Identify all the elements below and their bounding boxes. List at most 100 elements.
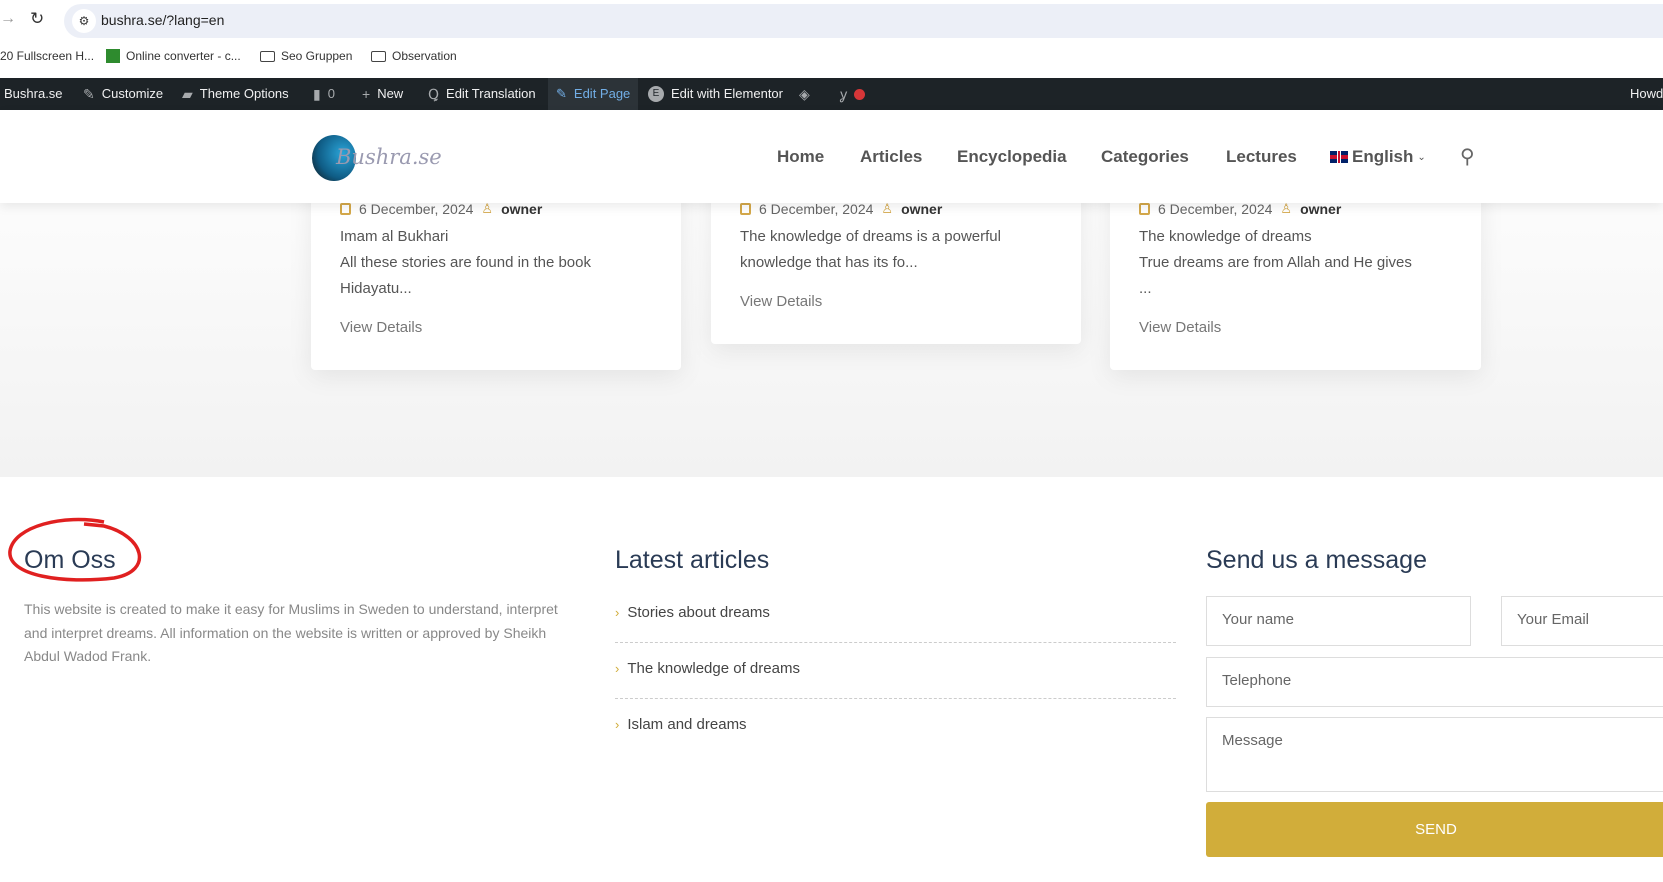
nav-home[interactable]: Home bbox=[777, 147, 824, 167]
label: Customize bbox=[101, 86, 164, 101]
wp-admin-bar: Bushra.se ✎ Customize ▰ Theme Options ▮ 0 +… bbox=[0, 78, 1663, 110]
view-details-link[interactable]: View Details bbox=[740, 293, 822, 310]
reload-icon[interactable]: ↻ bbox=[30, 9, 44, 29]
translate-icon: Ꝗ bbox=[428, 86, 440, 102]
card-author[interactable]: owner bbox=[501, 201, 542, 217]
yoast-icon: ỿ bbox=[840, 86, 848, 102]
language-switcher[interactable]: English ⌄ bbox=[1330, 147, 1426, 167]
address-bar[interactable]: ⚙ bushra.se/?lang=en bbox=[64, 4, 1663, 38]
admin-site[interactable]: Bushra.se bbox=[4, 78, 63, 110]
admin-edit-translation[interactable]: Ꝗ Edit Translation bbox=[428, 78, 536, 110]
label: Edit Translation bbox=[446, 86, 536, 101]
bookmark-fullscreen[interactable]: 20 Fullscreen H... bbox=[0, 49, 94, 63]
admin-yoast[interactable]: ỿ bbox=[840, 78, 866, 110]
view-details-link[interactable]: View Details bbox=[1139, 319, 1221, 336]
pencil-icon: ✎ bbox=[556, 86, 567, 101]
chevron-down-icon: ⌄ bbox=[1417, 151, 1426, 163]
uk-flag-icon bbox=[1330, 151, 1348, 163]
plus-icon: + bbox=[362, 86, 371, 102]
admin-elementor[interactable]: E Edit with Elementor bbox=[648, 78, 783, 110]
nav-encyclopedia[interactable]: Encyclopedia bbox=[957, 147, 1067, 167]
brush-icon: ✎ bbox=[83, 86, 95, 102]
bookmark-online-converter[interactable]: Online converter - c... bbox=[106, 49, 241, 63]
search-icon[interactable]: ⚲ bbox=[1460, 144, 1475, 169]
latest-article-label: Islam and dreams bbox=[627, 716, 747, 733]
name-input[interactable]: Your name bbox=[1206, 596, 1471, 646]
email-input[interactable]: Your Email bbox=[1501, 596, 1663, 646]
forward-icon[interactable]: → bbox=[0, 10, 16, 28]
card-excerpt: ... bbox=[1139, 280, 1152, 297]
latest-article-item[interactable]: › The knowledge of dreams bbox=[615, 660, 1176, 677]
label: 0 bbox=[327, 86, 335, 101]
user-icon: ♙ bbox=[481, 201, 494, 216]
bookmark-label: Seo Gruppen bbox=[281, 49, 353, 63]
nav-categories[interactable]: Categories bbox=[1101, 147, 1189, 167]
card-title[interactable]: The knowledge of dreams bbox=[1139, 228, 1312, 245]
about-text: This website is created to make it easy … bbox=[24, 601, 558, 664]
label: Bushra.se bbox=[4, 86, 63, 101]
admin-comments[interactable]: ▮ 0 bbox=[313, 78, 335, 110]
site-logo[interactable]: Bushra.se bbox=[312, 135, 442, 181]
latest-article-item[interactable]: › Stories about dreams bbox=[615, 604, 1176, 621]
label: Edit with Elementor bbox=[671, 86, 783, 101]
admin-customize[interactable]: ✎ Customize bbox=[83, 78, 163, 110]
nav-articles[interactable]: Articles bbox=[860, 147, 922, 167]
card-date: 6 December, 2024 bbox=[359, 201, 474, 217]
admin-edit-page[interactable]: ✎ Edit Page bbox=[548, 78, 639, 110]
bookmark-observation[interactable]: Observation bbox=[371, 49, 457, 63]
label: Edit Page bbox=[573, 86, 631, 101]
bookmark-label: Observation bbox=[392, 49, 457, 63]
card-excerpt: The knowledge of dreams is a powerful bbox=[740, 228, 1001, 245]
telephone-input[interactable]: Telephone bbox=[1206, 657, 1663, 707]
folder-icon bbox=[371, 50, 386, 62]
site-settings-icon[interactable]: ⚙ bbox=[72, 9, 96, 33]
bookmark-label: 20 Fullscreen H... bbox=[0, 49, 95, 63]
admin-new[interactable]: + New bbox=[362, 78, 403, 110]
card-excerpt: Hidayatu... bbox=[340, 280, 412, 297]
label: Theme Options bbox=[199, 86, 289, 101]
comment-icon: ▮ bbox=[313, 86, 321, 102]
admin-diamond[interactable]: ◈ bbox=[799, 78, 810, 110]
user-icon: ♙ bbox=[1280, 201, 1293, 216]
divider bbox=[615, 698, 1176, 699]
admin-theme-options[interactable]: ▰ Theme Options bbox=[182, 78, 289, 110]
latest-article-item[interactable]: › Islam and dreams bbox=[615, 716, 1176, 733]
latest-articles-heading: Latest articles bbox=[615, 546, 770, 574]
send-button[interactable]: SEND bbox=[1206, 802, 1663, 857]
latest-article-label: Stories about dreams bbox=[627, 604, 770, 621]
bookmark-seo-gruppen[interactable]: Seo Gruppen bbox=[260, 49, 352, 63]
language-label: English bbox=[1352, 147, 1414, 166]
calendar-icon bbox=[740, 203, 751, 215]
red-annotation-circle bbox=[8, 517, 142, 582]
label: Howd bbox=[1630, 86, 1663, 101]
nav-lectures[interactable]: Lectures bbox=[1226, 147, 1297, 167]
site-header: Bushra.se Home Articles Encyclopedia Cat… bbox=[0, 110, 1663, 203]
card-title[interactable]: Imam al Bukhari bbox=[340, 228, 448, 245]
card-meta: 6 December, 2024 ♙ owner bbox=[740, 201, 942, 217]
card-excerpt: knowledge that has its fo... bbox=[740, 254, 918, 271]
message-textarea[interactable]: Message bbox=[1206, 717, 1663, 792]
view-details-link[interactable]: View Details bbox=[340, 319, 422, 336]
latest-article-label: The knowledge of dreams bbox=[627, 660, 800, 677]
card-author[interactable]: owner bbox=[901, 201, 942, 217]
divider bbox=[615, 642, 1176, 643]
contact-heading: Send us a message bbox=[1206, 546, 1427, 574]
url-text: bushra.se/?lang=en bbox=[101, 12, 225, 28]
label: New bbox=[377, 86, 404, 101]
converter-icon bbox=[106, 49, 120, 63]
card-meta: 6 December, 2024 ♙ owner bbox=[1139, 201, 1341, 217]
logo-text: Bushra.se bbox=[336, 145, 442, 169]
calendar-icon bbox=[1139, 203, 1150, 215]
card-date: 6 December, 2024 bbox=[1158, 201, 1273, 217]
admin-howdy[interactable]: Howd bbox=[1630, 78, 1663, 110]
user-icon: ♙ bbox=[881, 201, 894, 216]
card-excerpt: All these stories are found in the book bbox=[340, 254, 591, 271]
chevron-right-icon: › bbox=[615, 661, 620, 676]
browser-chrome: → ↻ ⚙ bushra.se/?lang=en 20 Fullscreen H… bbox=[0, 0, 1663, 78]
seo-status-dot bbox=[854, 88, 866, 100]
chevron-right-icon: › bbox=[615, 717, 620, 732]
chevron-right-icon: › bbox=[615, 605, 620, 620]
folder-icon bbox=[260, 50, 275, 62]
card-author[interactable]: owner bbox=[1300, 201, 1341, 217]
card-meta: 6 December, 2024 ♙ owner bbox=[340, 201, 542, 217]
